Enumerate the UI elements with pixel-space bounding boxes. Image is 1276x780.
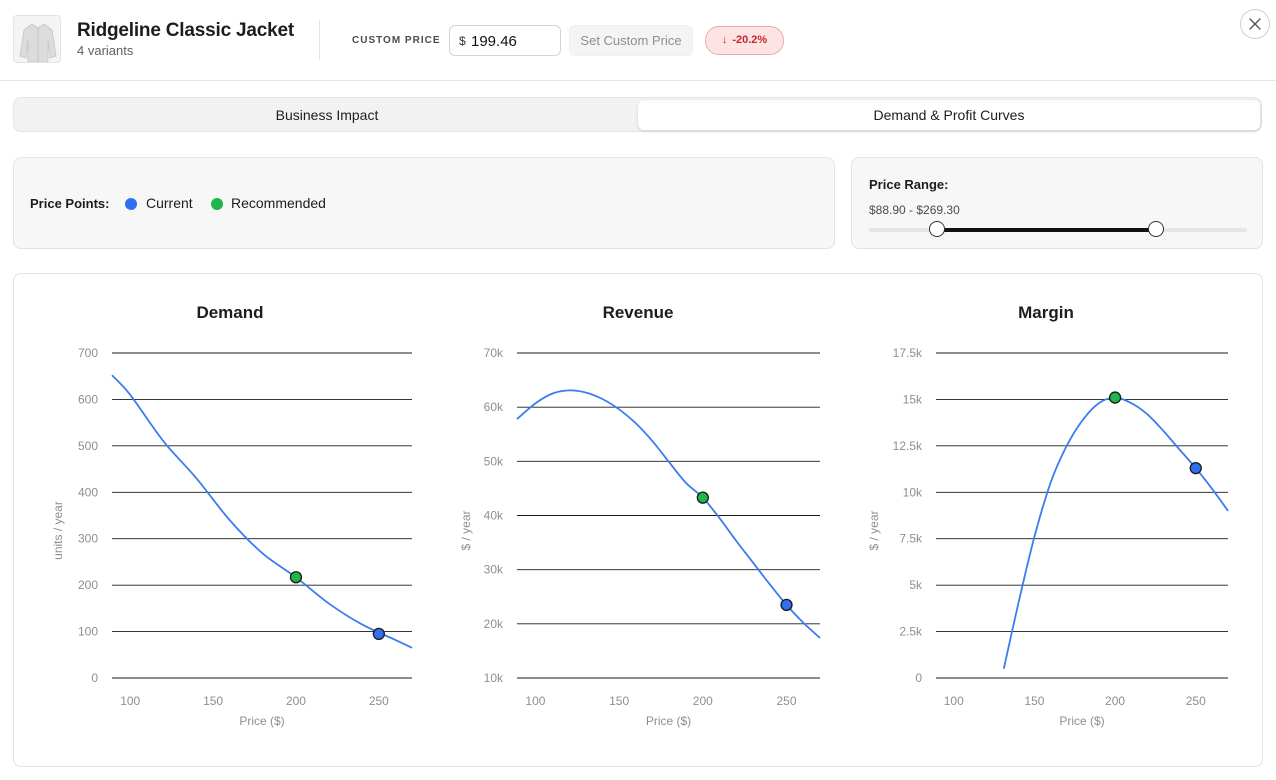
margin-curve [1002, 396, 1229, 669]
margin-recommended-point [1108, 391, 1122, 404]
price-change-badge: ↓ -20.2% [705, 26, 784, 55]
close-icon [1249, 18, 1261, 30]
margin-y-tick-label: 10k [903, 485, 923, 499]
header-divider [319, 20, 320, 60]
revenue-current-point [780, 598, 793, 612]
margin-x-tick-label: 150 [1024, 694, 1044, 708]
margin-y-axis-label: $ / year [867, 510, 881, 550]
demand-y-tick-label: 600 [78, 392, 98, 406]
view-tabs: Business Impact Demand & Profit Curves [13, 97, 1262, 132]
demand-x-tick-label: 200 [286, 694, 306, 708]
margin-x-tick-label: 200 [1105, 694, 1125, 708]
demand-chart-title: Demand [196, 303, 263, 322]
revenue-chart-title: Revenue [603, 303, 674, 322]
slider-min-handle[interactable] [929, 221, 946, 237]
current-dot-icon [125, 198, 137, 210]
revenue-y-tick-label: 50k [484, 454, 504, 468]
charts-svg: Demand 0 100 200 300 400 500 600 700 100 150 200 250… [51, 303, 1229, 728]
demand-current-point [372, 627, 386, 641]
legend-recommended: Recommended [231, 195, 326, 211]
demand-y-tick-label: 0 [91, 671, 98, 685]
custom-price-value[interactable]: 199.46 [471, 33, 517, 50]
revenue-y-tick-label: 40k [484, 509, 504, 523]
revenue-recommended-point [696, 491, 709, 504]
jacket-image-icon [14, 16, 60, 62]
product-title: Ridgeline Classic Jacket [77, 20, 294, 41]
revenue-y-axis-label: $ / year [459, 510, 473, 550]
slider-fill [937, 228, 1157, 232]
revenue-y-tick-label: 20k [484, 617, 504, 631]
revenue-y-tick-label: 70k [484, 346, 504, 360]
arrow-down-icon: ↓ [721, 34, 728, 46]
margin-y-tick-label: 17.5k [893, 346, 923, 360]
demand-x-tick-label: 250 [369, 694, 389, 708]
price-range-panel: Price Range: $88.90 - $269.30 [851, 157, 1263, 249]
demand-y-axis-label: units / year [51, 501, 65, 560]
price-range-slider[interactable] [869, 221, 1247, 237]
demand-y-tick-label: 400 [78, 485, 98, 499]
demand-recommended-point [289, 571, 303, 584]
price-points-legend: Price Points: Current Recommended [13, 157, 835, 249]
charts-panel: Demand 0 100 200 300 400 500 600 700 100 150 200 250… [13, 273, 1263, 767]
demand-y-tick-label: 700 [78, 346, 98, 360]
margin-current-point [1189, 461, 1202, 475]
demand-y-tick-label: 500 [78, 439, 98, 453]
price-range-value: $88.90 - $269.30 [869, 203, 960, 217]
price-range-title: Price Range: [869, 177, 949, 192]
margin-x-tick-label: 250 [1186, 694, 1206, 708]
revenue-x-tick-label: 250 [777, 694, 797, 708]
margin-chart-title: Margin [1018, 303, 1074, 322]
revenue-x-tick-label: 100 [525, 694, 545, 708]
demand-x-tick-label: 100 [120, 694, 140, 708]
custom-price-input[interactable]: $ 199.46 [449, 25, 561, 56]
revenue-y-tick-label: 30k [484, 563, 504, 577]
modal-header: Ridgeline Classic Jacket 4 variants CUST… [0, 0, 1276, 81]
tab-demand-profit-curves[interactable]: Demand & Profit Curves [638, 100, 1260, 130]
margin-x-tick-label: 100 [944, 694, 964, 708]
margin-y-tick-label: 7.5k [899, 532, 923, 546]
margin-y-tick-label: 12.5k [893, 439, 923, 453]
custom-price-label: CUSTOM PRICE [352, 35, 441, 46]
demand-curve [111, 374, 413, 649]
recommended-dot-icon [211, 198, 223, 210]
close-button[interactable] [1240, 9, 1270, 39]
demand-y-tick-label: 200 [78, 578, 98, 592]
revenue-y-tick-label: 10k [484, 671, 504, 685]
price-points-label: Price Points: [30, 196, 110, 211]
revenue-x-tick-label: 200 [693, 694, 713, 708]
revenue-curve [516, 389, 821, 639]
margin-x-axis-label: Price ($) [1059, 714, 1104, 728]
margin-y-tick-label: 2.5k [899, 625, 923, 639]
legend-current: Current [146, 195, 193, 211]
revenue-x-tick-label: 150 [609, 694, 629, 708]
revenue-x-axis-label: Price ($) [646, 714, 691, 728]
variant-count: 4 variants [77, 43, 134, 58]
margin-y-tick-label: 5k [909, 578, 923, 592]
demand-x-tick-label: 150 [203, 694, 223, 708]
tab-business-impact[interactable]: Business Impact [16, 100, 638, 130]
slider-max-handle[interactable] [1148, 221, 1165, 237]
currency-symbol: $ [459, 34, 466, 48]
demand-x-axis-label: Price ($) [239, 714, 284, 728]
set-custom-price-button[interactable]: Set Custom Price [569, 25, 693, 56]
product-thumbnail [13, 15, 61, 63]
demand-y-tick-label: 100 [78, 625, 98, 639]
revenue-y-tick-label: 60k [484, 400, 504, 414]
margin-y-tick-label: 0 [915, 671, 922, 685]
price-change-value: -20.2% [732, 34, 768, 46]
demand-y-tick-label: 300 [78, 532, 98, 546]
margin-y-tick-label: 15k [903, 392, 923, 406]
